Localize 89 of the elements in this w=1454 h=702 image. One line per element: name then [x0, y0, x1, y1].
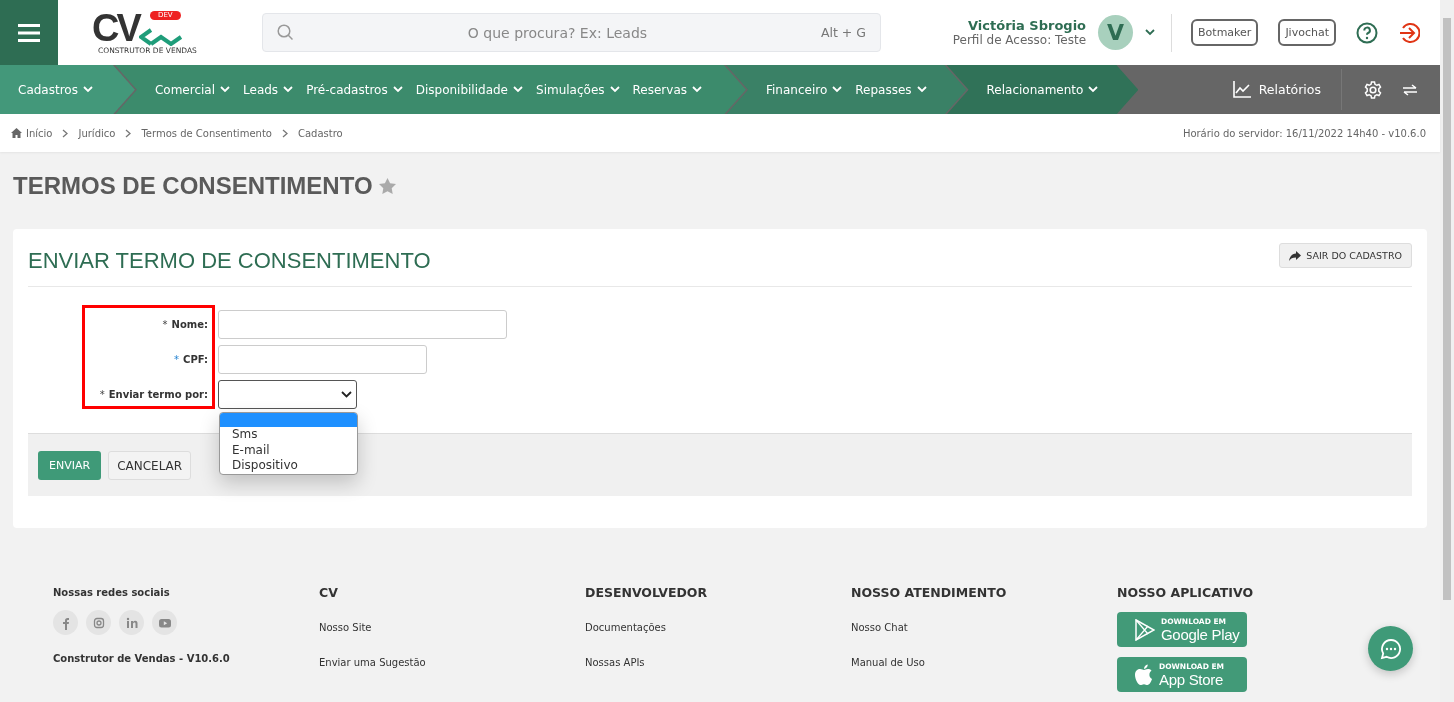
version-text: Construtor de Vendas - V10.6.0 [53, 653, 231, 664]
chevron-right-icon [125, 128, 132, 138]
footer-link[interactable]: Nosso Site [319, 622, 585, 633]
submit-button[interactable]: ENVIAR [38, 451, 102, 480]
menu-item[interactable]: Disponibilidade [415, 82, 523, 97]
footer-heading: NOSSO ATENDIMENTO [851, 585, 1008, 600]
logo-letters: CV [92, 10, 139, 46]
chevron-right-icon [62, 128, 69, 138]
chevron-down-icon [1088, 86, 1099, 94]
star-icon[interactable] [378, 177, 396, 194]
breadcrumb-link[interactable]: Cadastro [297, 127, 343, 139]
field-label: * CPF: [82, 345, 208, 374]
user-profile: Perfil de Acesso: Teste [952, 33, 1087, 47]
menu-item[interactable]: Cadastros [18, 82, 93, 97]
footer-link[interactable]: Documentações [585, 622, 851, 633]
chevron-down-icon [392, 86, 403, 94]
breadcrumb-link[interactable]: Jurídico [78, 127, 116, 139]
footer-link[interactable]: Nossas APIs [585, 657, 851, 668]
required-asterisk: * [174, 354, 180, 367]
chevron-down-icon [283, 86, 294, 94]
text-input[interactable] [218, 345, 427, 374]
dropdown-option[interactable]: Sms [220, 427, 357, 443]
social-title: Nossas redes sociais [53, 587, 171, 598]
cancel-button[interactable]: CANCELAR [108, 451, 192, 480]
chat-button[interactable] [1368, 626, 1413, 671]
required-asterisk: * [162, 319, 168, 332]
footer-link[interactable]: Manual de Uso [851, 657, 1117, 668]
chevron-down-icon [916, 86, 927, 94]
wave-logo-icon [138, 26, 183, 46]
instagram-icon[interactable] [91, 615, 106, 630]
menu-item[interactable]: Leads [243, 82, 294, 97]
chevron-right-icon [281, 128, 288, 138]
menu-item[interactable]: Financeiro [766, 82, 843, 97]
breadcrumb-link[interactable]: Início [11, 127, 53, 139]
chevron-down-icon [692, 86, 702, 94]
field-label: * Enviar termo por: [82, 380, 208, 409]
chevron-down-icon [832, 86, 843, 94]
dropdown-list[interactable]: Sms E-mail Dispositivo [219, 412, 358, 475]
menu-icon [18, 22, 40, 43]
menu-button[interactable] [0, 0, 58, 65]
footer-link[interactable]: Enviar uma Sugestão [319, 657, 585, 668]
menu-item[interactable]: Comercial [154, 82, 231, 97]
required-asterisk: * [99, 389, 105, 402]
exit-button[interactable]: SAIR DO CADASTRO [1279, 243, 1412, 268]
card-title: ENVIAR TERMO DE CONSENTIMENTO [28, 248, 431, 274]
swap-arrows-icon[interactable] [1402, 83, 1418, 96]
chevron-down-icon [341, 391, 352, 398]
shortcut-hint: Alt + G [820, 25, 866, 40]
user-avatar[interactable]: V [1098, 15, 1134, 50]
menu-item[interactable]: Simulações [536, 82, 620, 97]
footer-heading: NOSSO APLICATIVO [1117, 585, 1255, 600]
share-arrow-icon [1289, 250, 1302, 261]
chevron-down-icon [609, 86, 620, 94]
search-field[interactable]: O que procura? Ex: Leads Alt + G [262, 13, 881, 52]
menu-item[interactable]: Pré-cadastros [306, 82, 403, 97]
integration-button[interactable]: Botmaker [1191, 19, 1259, 46]
dropdown-option[interactable]: E-mail [220, 442, 357, 458]
menu-item[interactable]: Relacionamento [986, 82, 1099, 97]
menu-item[interactable]: Reservas [632, 82, 702, 97]
footer-heading: DESENVOLVEDOR [585, 585, 709, 600]
user-name: Victória Sbrogio [967, 18, 1087, 33]
chevron-down-icon [82, 86, 93, 94]
apple-icon [1135, 664, 1153, 685]
play-triangle-icon [1135, 618, 1155, 641]
reports-link[interactable]: Relatórios [1226, 65, 1341, 115]
chevron-down-icon [513, 86, 523, 94]
search-placeholder: O que procura? Ex: Leads [466, 24, 649, 41]
line-chart-icon [1232, 81, 1251, 99]
footer-link[interactable]: Nosso Chat [851, 622, 1117, 633]
server-time: Horário do servidor: 16/11/2022 14h40 - v10.6.0 [1182, 127, 1426, 139]
text-input[interactable] [218, 310, 507, 339]
store-name: Google Play [1161, 625, 1240, 643]
store-name: App Store [1159, 670, 1224, 688]
settings-icon[interactable] [1364, 80, 1382, 99]
page-title: TERMOS DE CONSENTIMENTO [13, 171, 373, 200]
search-icon [277, 24, 294, 41]
chat-bubble-icon [1379, 637, 1402, 660]
logout-icon[interactable] [1398, 21, 1420, 44]
home-icon [11, 128, 22, 139]
field-label: * Nome: [82, 310, 208, 339]
breadcrumb-link[interactable]: Termos de Consentimento [141, 127, 272, 139]
dropdown-option[interactable]: Dispositivo [220, 458, 357, 474]
user-menu-chevron-icon[interactable] [1145, 29, 1156, 36]
linkedin-icon[interactable] [124, 615, 139, 630]
footer-heading: CV [319, 585, 339, 600]
chevron-down-icon [220, 86, 231, 94]
help-icon[interactable] [1356, 21, 1378, 44]
integration-button[interactable]: Jivochat [1278, 19, 1336, 46]
menu-item[interactable]: Repasses [855, 82, 927, 97]
